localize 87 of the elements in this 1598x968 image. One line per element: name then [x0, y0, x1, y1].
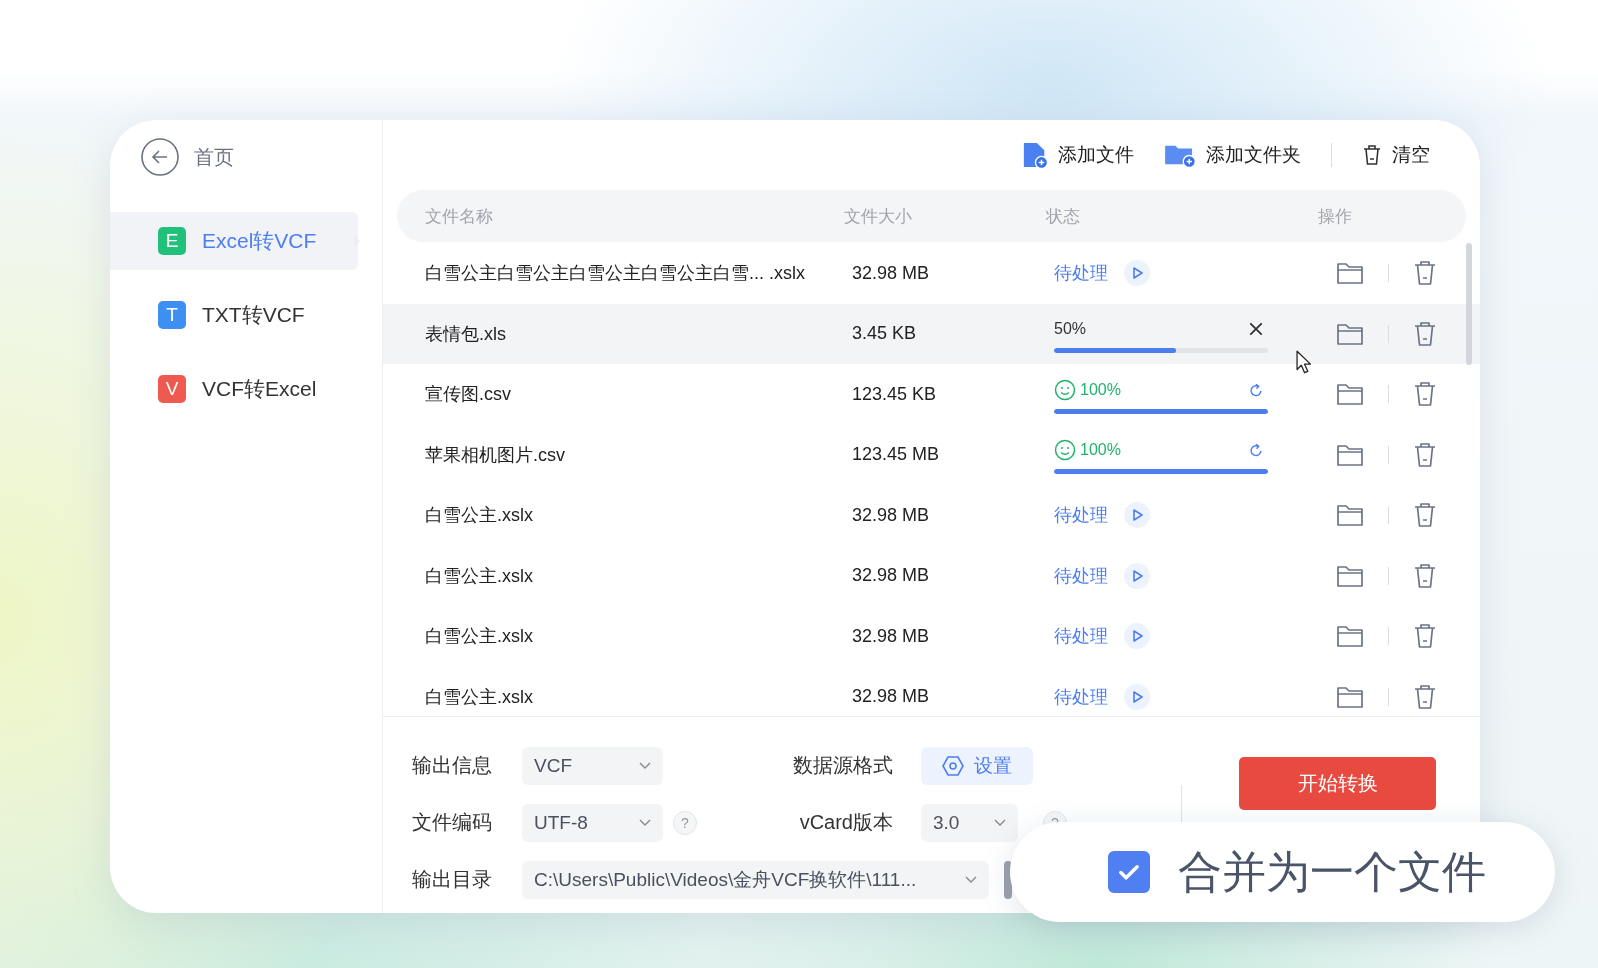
- file-size: 32.98 MB: [852, 565, 930, 587]
- table-row[interactable]: 表情包.xls 3.45 KB 50%: [383, 303, 1480, 364]
- play-icon[interactable]: [1124, 683, 1150, 710]
- file-size: 32.98 MB: [852, 504, 930, 526]
- column-header: 状态: [1046, 205, 1080, 228]
- file-size: 32.98 MB: [852, 686, 930, 708]
- chevron-down-icon: [994, 818, 1006, 827]
- smiley-icon: [1054, 439, 1076, 462]
- field-label: 数据源格式: [793, 753, 893, 778]
- encoding-select[interactable]: UTF-8: [522, 803, 663, 842]
- status-label: 待处理: [1054, 262, 1108, 286]
- sidebar-item[interactable]: V VCF转Excel: [110, 360, 358, 418]
- home-link[interactable]: 首页: [194, 143, 234, 171]
- trash-icon[interactable]: [1413, 381, 1437, 408]
- folder-icon[interactable]: [1336, 321, 1364, 346]
- file-size: 32.98 MB: [852, 262, 930, 284]
- chevron-down-icon: [965, 875, 977, 884]
- field-label: 输出目录: [412, 867, 493, 892]
- app-badge-icon: V: [158, 375, 186, 403]
- trash-icon[interactable]: [1413, 502, 1437, 529]
- file-size: 32.98 MB: [852, 625, 930, 647]
- play-icon[interactable]: [1124, 623, 1150, 650]
- column-header: 文件大小: [844, 205, 912, 228]
- field-label: 输出信息: [412, 753, 493, 778]
- progress-percent: 50%: [1054, 320, 1088, 339]
- chevron-down-icon: [639, 761, 651, 770]
- progress-percent: 100%: [1080, 380, 1122, 399]
- play-icon[interactable]: [1124, 502, 1150, 529]
- clear-button[interactable]: 清空: [1362, 138, 1430, 172]
- folder-icon[interactable]: [1336, 624, 1364, 649]
- file-name: 白雪公主.xslx: [425, 625, 533, 649]
- sidebar-item[interactable]: T TXT转VCF: [110, 286, 358, 344]
- file-name: 苹果相机图片.csv: [425, 443, 565, 467]
- vcard-version-select[interactable]: 3.0: [921, 803, 1018, 842]
- folder-icon[interactable]: [1336, 261, 1364, 286]
- file-size: 123.45 MB: [852, 444, 940, 466]
- trash-icon[interactable]: [1413, 260, 1437, 287]
- app-badge-icon: T: [158, 301, 186, 329]
- status-label: 待处理: [1054, 504, 1108, 528]
- file-name: 白雪公主.xslx: [425, 564, 533, 588]
- folder-icon[interactable]: [1336, 442, 1364, 467]
- play-icon[interactable]: [1124, 260, 1150, 287]
- file-name: 白雪公主白雪公主白雪公主白雪公主白雪... .xslx: [425, 262, 805, 286]
- column-header: 操作: [1318, 205, 1352, 228]
- file-name: 宣传图.csv: [425, 383, 511, 407]
- status-label: 待处理: [1054, 625, 1108, 649]
- trash-icon[interactable]: [1413, 441, 1437, 468]
- checkbox-label[interactable]: 合并为一个文件: [1178, 842, 1486, 902]
- start-button[interactable]: 开始转换: [1239, 757, 1436, 810]
- file-name: 表情包.xls: [425, 322, 506, 346]
- add-file-button[interactable]: 添加文件: [1022, 137, 1134, 173]
- mouse-cursor-icon: [1296, 350, 1311, 374]
- column-header: 文件名称: [425, 205, 493, 228]
- folder-icon[interactable]: [1336, 563, 1364, 588]
- status-label: 待处理: [1054, 685, 1108, 709]
- trash-icon[interactable]: [1413, 320, 1437, 347]
- browse-button[interactable]: [1004, 860, 1012, 899]
- scrollbar[interactable]: [1466, 243, 1472, 365]
- chevron-down-icon: [639, 818, 651, 827]
- trash-icon[interactable]: [1413, 623, 1437, 650]
- folder-icon[interactable]: [1336, 684, 1364, 709]
- file-size: 123.45 KB: [852, 383, 937, 405]
- status-label: 待处理: [1054, 564, 1108, 588]
- file-name: 白雪公主.xslx: [425, 685, 533, 709]
- folder-icon[interactable]: [1336, 382, 1364, 407]
- app-badge-icon: E: [158, 227, 186, 255]
- folder-icon[interactable]: [1336, 503, 1364, 528]
- trash-icon: [1362, 144, 1382, 166]
- settings-icon: [942, 755, 964, 776]
- trash-icon[interactable]: [1413, 683, 1437, 710]
- trash-icon[interactable]: [1413, 562, 1437, 589]
- field-label: 文件编码: [412, 810, 493, 835]
- file-size: 3.45 KB: [852, 323, 917, 345]
- field-label: vCard版本: [799, 810, 893, 835]
- output-format-select[interactable]: VCF: [522, 746, 663, 785]
- smiley-icon: [1054, 378, 1076, 401]
- play-icon[interactable]: [1124, 562, 1150, 589]
- close-icon[interactable]: [1248, 321, 1264, 338]
- file-name: 白雪公主.xslx: [425, 504, 533, 528]
- refresh-icon[interactable]: [1248, 381, 1264, 398]
- settings-button[interactable]: 设置: [921, 746, 1033, 785]
- progress-percent: 100%: [1080, 441, 1122, 460]
- refresh-icon[interactable]: [1248, 442, 1264, 459]
- add-folder-button[interactable]: 添加文件夹: [1164, 138, 1301, 172]
- checkbox[interactable]: [1108, 851, 1150, 893]
- file-add-icon: [1022, 141, 1048, 169]
- output-path-select[interactable]: C:\Users\Public\Videos\金舟VCF换软件\111...: [522, 860, 989, 899]
